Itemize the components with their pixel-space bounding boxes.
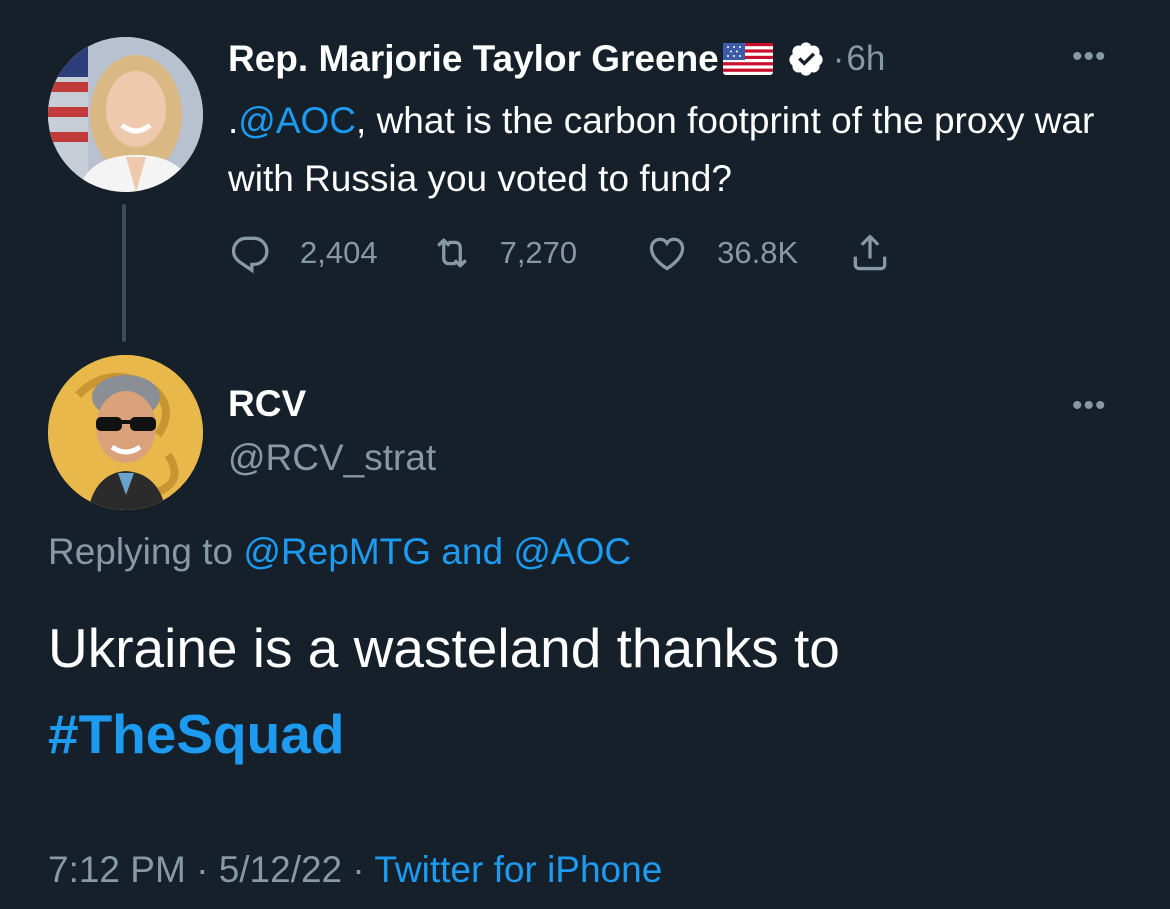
avatar-marjorie-taylor-greene[interactable] [48,37,203,192]
heart-icon [649,237,685,271]
replying-and[interactable]: and [441,531,503,572]
retweet-count: 7,270 [499,235,578,270]
replying-user-repmtg[interactable]: @RepMTG [243,531,431,572]
text-rest: , what is the carbon footprint of the pr… [228,100,1095,199]
reply-count: 2,404 [300,235,378,270]
avatar-image [48,355,203,510]
more-options-icon[interactable]: ••• [1072,42,1107,72]
tweet-date[interactable]: 5/12/22 [219,849,342,890]
separator-dot: · [832,39,845,78]
avatar-image [48,37,203,192]
thread-line [122,204,126,342]
more-options-icon[interactable]: ••• [1072,391,1107,421]
tweet-action-bar: 2,404 7,270 36.8K [228,228,892,278]
parent-display-name[interactable]: Rep. Marjorie Taylor Greene [228,38,719,80]
separator-dot: · [352,849,365,890]
hashtag-link[interactable]: #TheSquad [48,691,1128,777]
avatar-rcv[interactable] [48,355,203,510]
parent-tweet-text: .@AOC, what is the carbon footprint of t… [228,92,1128,208]
share-icon [853,234,887,271]
reply-button[interactable]: 2,404 [228,231,378,275]
parent-tweet-header: Rep. Marjorie Taylor Greene · 6h [228,34,885,84]
separator-dot: · [196,849,209,890]
tweet-time[interactable]: 7:12 PM [48,849,186,890]
share-button[interactable] [848,231,892,275]
retweet-button[interactable]: 7,270 [430,231,578,275]
reply-tweet-text: Ukraine is a wasteland thanks to #TheSqu… [48,605,1128,777]
replying-user-aoc[interactable]: @AOC [513,531,631,572]
retweet-icon [436,238,467,268]
tweet-time-ago[interactable]: 6h [846,39,885,79]
reply-icon [231,236,269,274]
like-button[interactable]: 36.8K [645,231,798,275]
text-prefix: . [228,100,239,141]
reply-body-text: Ukraine is a wasteland thanks to [48,617,840,679]
reply-handle[interactable]: @RCV_strat [228,437,436,479]
mention-link[interactable]: @AOC [238,100,356,141]
us-flag-icon [722,43,773,75]
tweet-timestamp-footer: 7:12 PM · 5/12/22 · Twitter for iPhone [48,849,662,891]
replying-to-line: Replying to @RepMTG and @AOC [48,531,631,573]
verified-badge-icon [789,42,823,76]
replying-prefix: Replying to [48,531,234,572]
reply-display-name[interactable]: RCV [228,383,306,425]
tweet-source-link[interactable]: Twitter for iPhone [374,849,662,890]
like-count: 36.8K [717,235,799,270]
